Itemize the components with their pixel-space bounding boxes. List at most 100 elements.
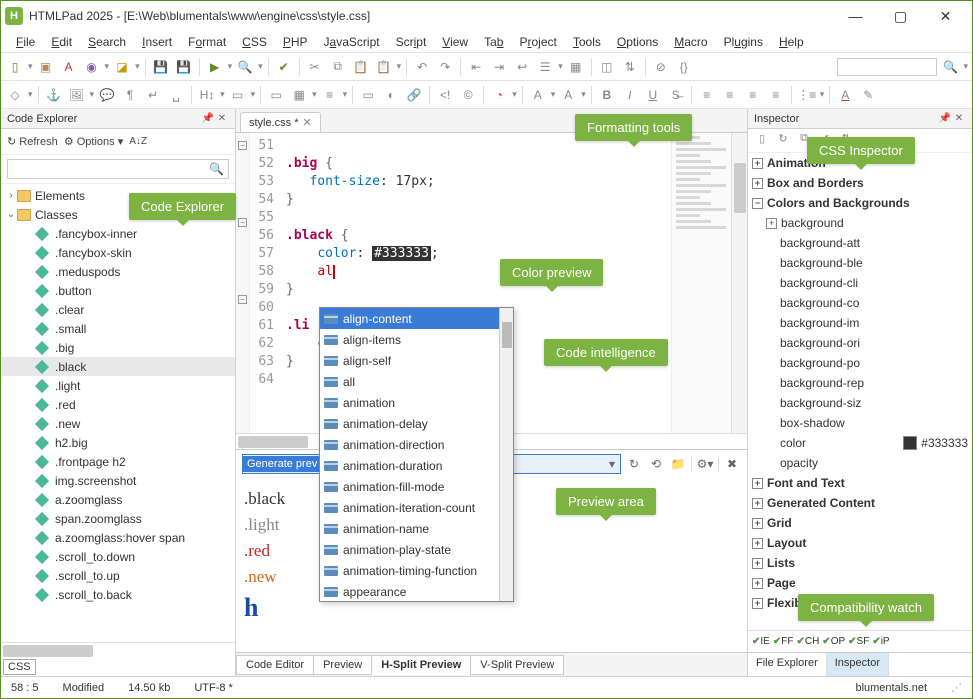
open-large-icon[interactable]: A <box>59 57 79 77</box>
menu-search[interactable]: Search <box>81 33 133 51</box>
pin-icon[interactable]: 📌 <box>201 113 215 124</box>
break-icon[interactable]: ↵ <box>143 85 163 105</box>
inspector-category[interactable]: +Flexib <box>748 593 972 613</box>
comment-bubble-icon[interactable]: 💬 <box>97 85 117 105</box>
insp-new-icon[interactable]: ▯ <box>753 132 771 150</box>
tree-item[interactable]: .black <box>1 357 235 376</box>
autocomplete-item[interactable]: animation-timing-function <box>320 560 513 581</box>
anchor-icon[interactable]: ⚓ <box>44 85 64 105</box>
panel-close-icon[interactable]: ✕ <box>952 113 966 124</box>
outdent-icon[interactable]: ⇤ <box>466 57 486 77</box>
bold-icon[interactable]: B <box>597 85 617 105</box>
tree-item[interactable]: .big <box>1 338 235 357</box>
preview-folder-icon[interactable]: 📁 <box>669 455 687 473</box>
underline-icon[interactable]: U <box>643 85 663 105</box>
inspector-category[interactable]: +Box and Borders <box>748 173 972 193</box>
insp-copy-icon[interactable]: ⧉ <box>795 132 813 150</box>
grid-icon[interactable]: ▦ <box>566 57 586 77</box>
autocomplete-item[interactable]: appearance <box>320 581 513 602</box>
inspector-property[interactable]: background-rep <box>748 373 972 393</box>
menu-php[interactable]: PHP <box>276 33 315 51</box>
indent-icon[interactable]: ⇥ <box>489 57 509 77</box>
undo-icon[interactable]: ↶ <box>412 57 432 77</box>
tree-item[interactable]: h2.big <box>1 433 235 452</box>
spellcheck-icon[interactable]: ✔ <box>274 57 294 77</box>
tree-item[interactable]: .scroll_to.up <box>1 566 235 585</box>
menu-javascript[interactable]: JavaScript <box>317 33 387 51</box>
tree-item[interactable]: .fancybox-inner <box>1 224 235 243</box>
preview-sync-icon[interactable]: ⟲ <box>647 455 665 473</box>
tab-file-explorer[interactable]: File Explorer <box>748 653 827 676</box>
inspector-property[interactable]: background-ble <box>748 253 972 273</box>
inspector-category[interactable]: +Layout <box>748 533 972 553</box>
autocomplete-item[interactable]: align-content <box>320 308 513 329</box>
view-tab[interactable]: Preview <box>313 655 372 675</box>
open-file-icon[interactable]: ▣ <box>36 57 56 77</box>
save-all-icon[interactable]: 💾 <box>174 57 194 77</box>
view-tab[interactable]: Code Editor <box>236 655 314 675</box>
paste-icon[interactable]: 📋 <box>351 57 371 77</box>
h-icon[interactable]: H↕ <box>197 85 217 105</box>
view-tab[interactable]: H-Split Preview <box>371 655 471 675</box>
minimap[interactable] <box>671 133 731 433</box>
tree-item[interactable]: .fancybox-skin <box>1 243 235 262</box>
tree-item[interactable]: .button <box>1 281 235 300</box>
close-button[interactable]: ✕ <box>923 2 968 30</box>
form-icon[interactable]: ▭ <box>266 85 286 105</box>
brackets-icon[interactable]: {} <box>674 57 694 77</box>
tree-item[interactable]: a.zoomglass <box>1 490 235 509</box>
tree-item[interactable]: .small <box>1 319 235 338</box>
italic-icon[interactable]: I <box>620 85 640 105</box>
preview-close-icon[interactable]: ✖ <box>723 455 741 473</box>
menu-project[interactable]: Project <box>512 33 563 51</box>
menu-help[interactable]: Help <box>772 33 811 51</box>
color-circle-icon[interactable]: ◔ <box>489 85 509 105</box>
inspector-property[interactable]: background-cli <box>748 273 972 293</box>
bg-color-icon[interactable]: ✎ <box>858 85 878 105</box>
menu-css[interactable]: CSS <box>235 33 274 51</box>
text-color-icon[interactable]: A <box>835 85 855 105</box>
inspector-category[interactable]: +Grid <box>748 513 972 533</box>
preview-refresh-icon[interactable]: ↻ <box>625 455 643 473</box>
inspector-property[interactable]: background-po <box>748 353 972 373</box>
input-icon[interactable]: ▭ <box>228 85 248 105</box>
inspector-property[interactable]: background-co <box>748 293 972 313</box>
inspector-property[interactable]: background-ori <box>748 333 972 353</box>
autocomplete-item[interactable]: animation-iteration-count <box>320 497 513 518</box>
list-icon[interactable]: ☰ <box>535 57 555 77</box>
zoom-icon[interactable]: 🔍 <box>940 57 960 77</box>
php-icon[interactable]: ◉ <box>82 57 102 77</box>
ol-icon[interactable]: ≡ <box>320 85 340 105</box>
inspector-property[interactable]: box-shadow <box>748 413 972 433</box>
explorer-tree[interactable]: ›Elements ⌄Classes .fancybox-inner.fancy… <box>1 184 235 642</box>
options-button[interactable]: ⚙ Options ▾ <box>64 135 123 148</box>
autocomplete-item[interactable]: animation-play-state <box>320 539 513 560</box>
tree-item[interactable]: .light <box>1 376 235 395</box>
autocomplete-item[interactable]: animation-delay <box>320 413 513 434</box>
view-tab[interactable]: V-Split Preview <box>470 655 564 675</box>
table-icon[interactable]: ▦ <box>289 85 309 105</box>
autocomplete-popup[interactable]: align-contentalign-itemsalign-selfallani… <box>319 307 514 602</box>
inspector-tree[interactable]: +Animation+Box and Borders−Colors and Ba… <box>748 153 972 630</box>
save-icon[interactable]: 💾 <box>151 57 171 77</box>
comment-icon[interactable]: <! <box>435 85 455 105</box>
inspector-category[interactable]: +Animation <box>748 153 972 173</box>
tree-hscrollbar[interactable] <box>1 642 235 658</box>
minimize-button[interactable]: — <box>833 2 878 30</box>
inspector-category[interactable]: +Font and Text <box>748 473 972 493</box>
inspector-category[interactable]: +Generated Content <box>748 493 972 513</box>
window-icon[interactable]: ◫ <box>597 57 617 77</box>
align-justify-icon[interactable]: ≡ <box>766 85 786 105</box>
maximize-button[interactable]: ▢ <box>878 2 923 30</box>
inspector-property[interactable]: +background <box>748 213 972 233</box>
autocomplete-item[interactable]: animation-fill-mode <box>320 476 513 497</box>
image-icon[interactable]: 🖼 <box>67 85 87 105</box>
autocomplete-item[interactable]: animation-name <box>320 518 513 539</box>
menu-tab[interactable]: Tab <box>477 33 510 51</box>
pin-icon[interactable]: 📌 <box>938 113 952 124</box>
sort-az-icon[interactable]: A↓Z <box>129 136 147 147</box>
js-icon[interactable]: ◪ <box>112 57 132 77</box>
font-size-icon[interactable]: A <box>528 85 548 105</box>
tree-item[interactable]: img.screenshot <box>1 471 235 490</box>
autocomplete-item[interactable]: animation-duration <box>320 455 513 476</box>
